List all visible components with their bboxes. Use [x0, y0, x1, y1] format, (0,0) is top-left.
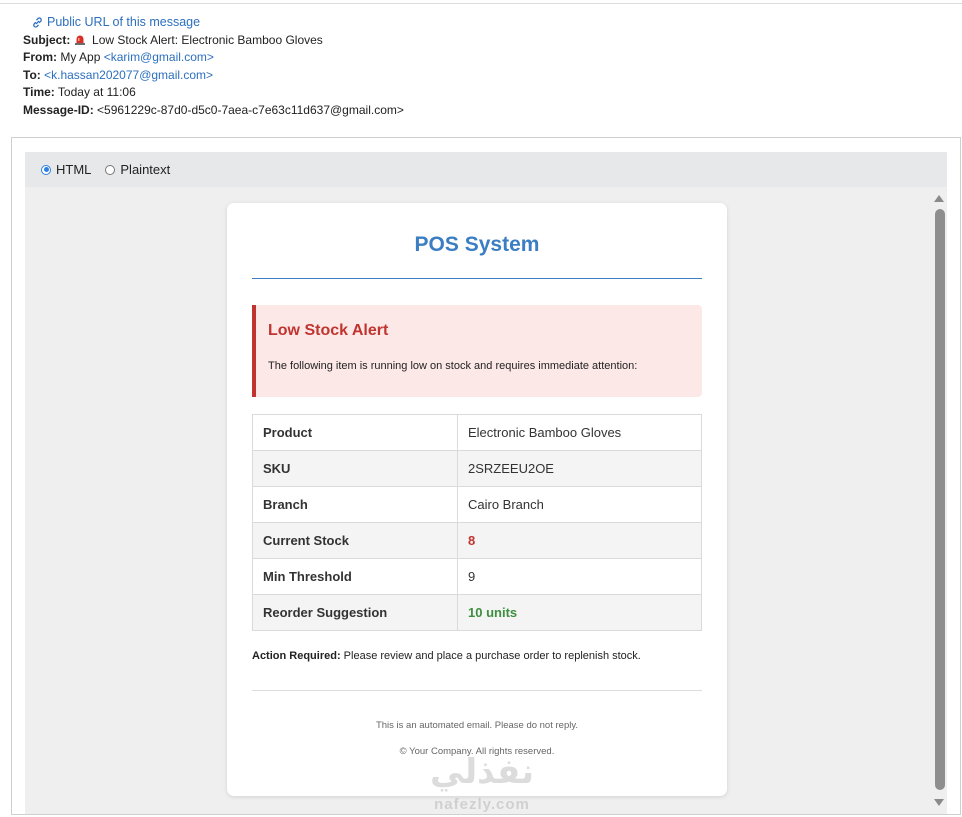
html-radio[interactable]: [41, 164, 51, 175]
public-url-link[interactable]: Public URL of this message: [31, 14, 923, 32]
public-url-label[interactable]: Public URL of this message: [47, 14, 200, 32]
brand-title: POS System: [414, 233, 540, 256]
message-id-label: Message-ID:: [23, 102, 94, 117]
link-icon: [33, 17, 42, 28]
action-required-line: Action Required: Please review and place…: [252, 650, 641, 662]
table-row: Reorder Suggestion 10 units: [252, 594, 702, 631]
row-value: 2SRZEEU2OE: [457, 450, 702, 487]
subject-row: Subject: Low Stock Alert: Electronic Bam…: [23, 32, 923, 50]
html-view-option[interactable]: HTML: [41, 162, 91, 177]
action-label: Action Required:: [252, 650, 341, 662]
to-row: To: <k.hassan202077@gmail.com>: [23, 67, 923, 85]
table-row: Product Electronic Bamboo Gloves: [252, 414, 702, 451]
title-divider: [252, 278, 702, 279]
email-card: POS System Low Stock Alert The following…: [227, 203, 727, 796]
time-row: Time: Today at 11:06: [23, 84, 923, 102]
table-row: Min Threshold 9: [252, 558, 702, 595]
reorder-suggestion-value: 10 units: [457, 594, 702, 631]
message-id-row: Message-ID: <5961229c-87d0-d5c0-7aea-c7e…: [23, 102, 923, 120]
from-name: My App: [60, 50, 101, 64]
from-email-link[interactable]: <karim@gmail.com>: [104, 50, 214, 64]
table-row: Current Stock 8: [252, 522, 702, 559]
time-value: Today at 11:06: [57, 85, 136, 99]
alert-title: Low Stock Alert: [268, 322, 389, 339]
current-stock-value: 8: [457, 522, 702, 559]
message-headers: Public URL of this message Subject: Low …: [23, 14, 923, 119]
scrollbar-thumb[interactable]: [935, 209, 945, 790]
to-email-link[interactable]: <k.hassan202077@gmail.com>: [44, 68, 213, 82]
to-label: To:: [23, 67, 41, 82]
table-row: Branch Cairo Branch: [252, 486, 702, 523]
top-divider: [0, 3, 962, 4]
row-value: Cairo Branch: [457, 486, 702, 523]
scroll-up-arrow-icon[interactable]: [934, 195, 944, 202]
from-label: From:: [23, 50, 57, 64]
stock-details-table: Product Electronic Bamboo Gloves SKU 2SR…: [252, 414, 702, 631]
footer-automated-note: This is an automated email. Please do no…: [375, 720, 579, 731]
vertical-scrollbar[interactable]: [930, 187, 947, 814]
message-preview-panel: HTML Plaintext POS System Low Stock Aler…: [11, 137, 961, 815]
from-row: From: My App <karim@gmail.com>: [23, 49, 923, 67]
row-value: Electronic Bamboo Gloves: [457, 414, 702, 451]
row-label: Current Stock: [252, 522, 458, 559]
alert-box: Low Stock Alert The following item is ru…: [252, 305, 702, 397]
row-label: Product: [252, 414, 458, 451]
row-label: Reorder Suggestion: [252, 594, 458, 631]
subject-label: Subject:: [23, 32, 71, 47]
table-row: SKU 2SRZEEU2OE: [252, 450, 702, 487]
alert-text: The following item is running low on sto…: [268, 360, 638, 372]
row-label: Min Threshold: [252, 558, 458, 595]
email-render-frame[interactable]: POS System Low Stock Alert The following…: [25, 187, 947, 814]
view-mode-bar: HTML Plaintext: [25, 152, 947, 187]
footer-divider: [252, 690, 702, 691]
row-value: 9: [457, 558, 702, 595]
plaintext-radio[interactable]: [105, 164, 116, 175]
subject-value: Low Stock Alert: Electronic Bamboo Glove…: [92, 32, 323, 47]
action-text: Please review and place a purchase order…: [340, 650, 641, 662]
row-label: Branch: [252, 486, 458, 523]
time-label: Time:: [23, 85, 55, 99]
html-view-label[interactable]: HTML: [56, 162, 91, 177]
row-label: SKU: [252, 450, 458, 487]
message-id-value: <5961229c-87d0-d5c0-7aea-c7e63c11d637@gm…: [97, 102, 404, 117]
plaintext-view-option[interactable]: Plaintext: [105, 162, 170, 177]
footer-copyright: © Your Company. All rights reserved.: [399, 746, 555, 757]
scroll-down-arrow-icon[interactable]: [934, 799, 944, 806]
plaintext-view-label[interactable]: Plaintext: [120, 162, 170, 177]
siren-icon: [74, 35, 85, 45]
